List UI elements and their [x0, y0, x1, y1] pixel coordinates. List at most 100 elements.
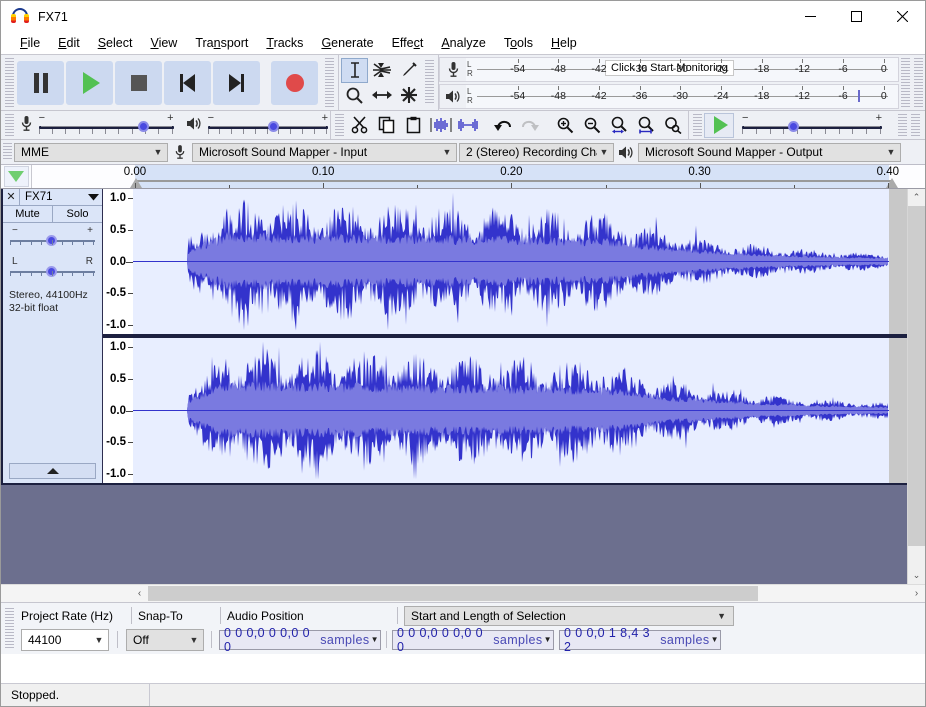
silence-audio-button[interactable]: [454, 111, 481, 139]
selection-toolbar-grip[interactable]: [5, 608, 14, 648]
recording-channels-select[interactable]: 2 (Stereo) Recording Chan ▼: [459, 142, 614, 162]
redo-button[interactable]: [516, 111, 543, 139]
scroll-down-button[interactable]: ⌄: [908, 567, 925, 584]
device-toolbar-grip[interactable]: [3, 143, 12, 161]
transport-toolbar-grip-right[interactable]: [325, 58, 334, 107]
multi-tool[interactable]: [395, 82, 422, 108]
chevron-down-icon: ▼: [599, 147, 609, 157]
transport-toolbar-grip[interactable]: [5, 58, 14, 107]
track-stereo[interactable]: ✕ FX71 Mute Solo − + L R Stereo, 44100Hz…: [1, 188, 909, 485]
waveform-right-channel[interactable]: [133, 338, 907, 483]
pinned-play-head-button[interactable]: [3, 166, 29, 187]
play-button[interactable]: [66, 60, 113, 105]
menu-tools[interactable]: Tools: [495, 34, 542, 52]
snap-to-select[interactable]: Off ▼: [126, 628, 204, 651]
vertical-scrollbar[interactable]: ⌃ ⌄: [907, 189, 925, 584]
edit-toolbar-grip[interactable]: [335, 114, 344, 136]
menu-select[interactable]: Select: [89, 34, 142, 52]
selection-tool[interactable]: [341, 57, 368, 83]
play-at-speed-button[interactable]: [704, 112, 734, 138]
selection-mode-select[interactable]: Start and Length of Selection ▼: [404, 605, 734, 626]
menu-transport[interactable]: Transport: [186, 34, 257, 52]
playback-device-select[interactable]: Microsoft Sound Mapper - Output ▼: [638, 142, 901, 162]
waveform-db-label: 1.0: [110, 192, 126, 204]
meter-toolbar-grip2[interactable]: [914, 58, 923, 107]
menu-view[interactable]: View: [141, 34, 186, 52]
fit-selection-button[interactable]: [605, 111, 632, 139]
recording-device-select[interactable]: Microsoft Sound Mapper - Input ▼: [192, 142, 457, 162]
project-rate-select[interactable]: 44100 ▼: [21, 628, 109, 651]
meter-tick-label: -6: [838, 90, 848, 102]
skip-to-end-button[interactable]: [213, 60, 260, 105]
playback-meter[interactable]: LR -54 -48 -42 -36 -30 -24 -18 -12 -6 0: [439, 83, 899, 109]
recording-meter[interactable]: LR Click to Start Monitoring -54 -48 -42 -3…: [439, 56, 899, 82]
selection-length-spinner[interactable]: ▼: [710, 635, 720, 644]
play-speed-slider[interactable]: − +: [742, 112, 882, 137]
mixer-toolbar-grip[interactable]: [5, 114, 14, 136]
timeline-ruler[interactable]: 0.00 0.10 0.20 0.30 0.40: [32, 165, 925, 188]
close-button[interactable]: [879, 1, 925, 32]
stop-button[interactable]: [115, 60, 162, 105]
meter-toolbar-grip[interactable]: [901, 58, 910, 107]
playback-volume-slider[interactable]: − +: [207, 112, 328, 137]
recording-volume-slider[interactable]: − +: [38, 112, 174, 137]
waveform-db-label: -0.5: [106, 436, 126, 449]
trim-audio-button[interactable]: [427, 111, 454, 139]
minimize-button[interactable]: [787, 1, 833, 32]
vertical-scrollbar-thumb[interactable]: [908, 206, 925, 546]
collapse-track-button[interactable]: [9, 463, 96, 479]
skip-to-start-button[interactable]: [164, 60, 211, 105]
horizontal-scrollbar[interactable]: ‹ ›: [1, 584, 925, 602]
horizontal-scroll-trough[interactable]: [148, 585, 908, 602]
menu-tracks[interactable]: Tracks: [257, 34, 312, 52]
menu-effect[interactable]: Effect: [383, 34, 433, 52]
mute-button[interactable]: Mute: [3, 206, 53, 222]
zoom-in-button[interactable]: [551, 111, 578, 139]
undo-button[interactable]: [489, 111, 516, 139]
menu-generate[interactable]: Generate: [312, 34, 382, 52]
meter-tick-label: -12: [794, 63, 810, 75]
selection-length-field[interactable]: 0 0 0,0 1 8,4 3 2 samples ▼: [559, 626, 721, 654]
draw-tool[interactable]: [395, 57, 422, 83]
pause-button[interactable]: [17, 60, 64, 105]
audio-position-spinner[interactable]: ▼: [370, 635, 380, 644]
recording-meter-channels: LR: [467, 60, 473, 78]
dock-grip-end[interactable]: [911, 114, 920, 136]
menu-edit[interactable]: Edit: [49, 34, 89, 52]
copy-button[interactable]: [373, 111, 400, 139]
cut-button[interactable]: [346, 111, 373, 139]
menu-analyze[interactable]: Analyze: [432, 34, 494, 52]
close-track-button[interactable]: ✕: [3, 188, 20, 206]
meter-tick-label: -18: [754, 90, 770, 102]
paste-button[interactable]: [400, 111, 427, 139]
audio-host-select[interactable]: MME ▼: [14, 142, 168, 162]
vertical-ruler-left-channel[interactable]: 1.0 0.5 0.0 -0.5 -1.0: [103, 189, 133, 334]
scroll-left-button[interactable]: ‹: [131, 588, 148, 599]
play-at-speed-grip[interactable]: [693, 114, 702, 136]
zoom-tool[interactable]: [341, 82, 368, 108]
waveform-left-channel[interactable]: [133, 189, 907, 334]
scroll-right-button[interactable]: ›: [908, 588, 925, 599]
fit-project-button[interactable]: [632, 111, 659, 139]
menu-help[interactable]: Help: [542, 34, 586, 52]
zoom-toggle-button[interactable]: [659, 111, 686, 139]
playback-device-icon: [614, 145, 638, 160]
maximize-button[interactable]: [833, 1, 879, 32]
track-gain-slider[interactable]: − +: [10, 225, 95, 250]
record-button[interactable]: [271, 60, 318, 105]
solo-button[interactable]: Solo: [53, 206, 102, 222]
scroll-up-button[interactable]: ⌃: [908, 189, 925, 206]
horizontal-scrollbar-thumb[interactable]: [148, 586, 758, 601]
selection-start-field[interactable]: 0 0 0,0 0 0,0 0 0 samples ▼: [392, 626, 554, 654]
play-at-speed-grip2[interactable]: [898, 114, 907, 136]
time-shift-tool[interactable]: [368, 82, 395, 108]
tools-toolbar-grip[interactable]: [425, 60, 434, 105]
zoom-out-button[interactable]: [578, 111, 605, 139]
envelope-tool[interactable]: [368, 57, 395, 83]
track-menu-button[interactable]: [85, 193, 102, 201]
selection-start-spinner[interactable]: ▼: [543, 635, 553, 644]
audio-position-field[interactable]: 0 0 0,0 0 0,0 0 0 samples ▼: [219, 626, 381, 654]
vertical-ruler-right-channel[interactable]: 1.0 0.5 0.0 -0.5 -1.0: [103, 338, 133, 483]
menu-file[interactable]: File: [11, 34, 49, 52]
track-pan-slider[interactable]: L R: [10, 256, 95, 281]
